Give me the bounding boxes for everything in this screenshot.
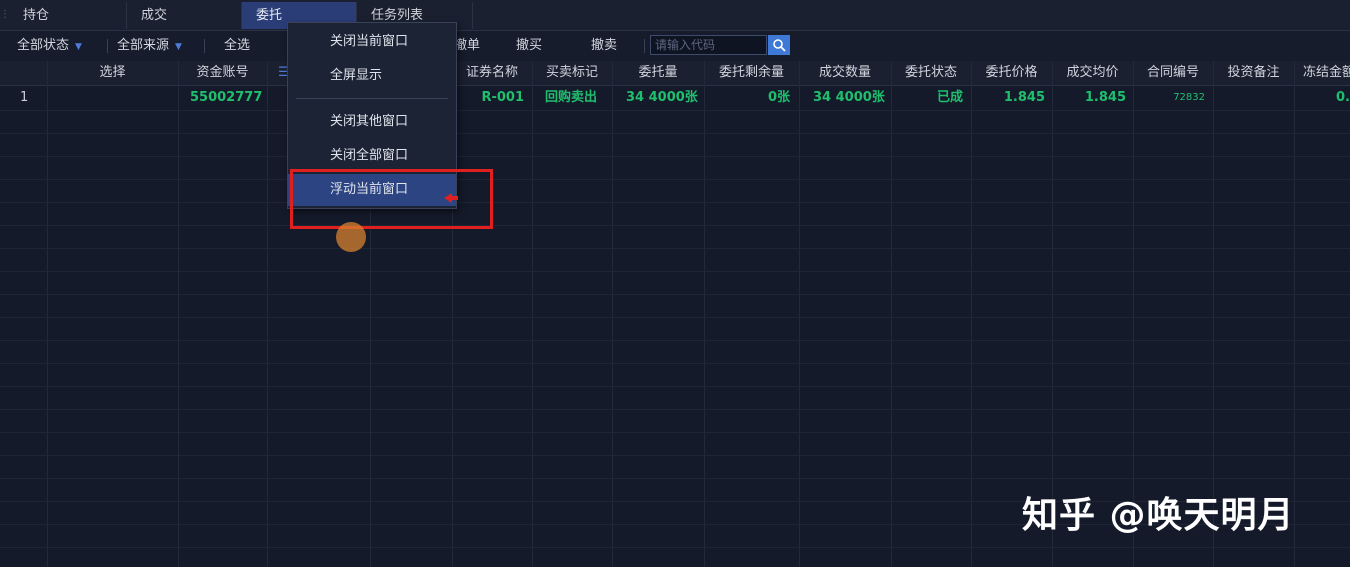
drag-grip-icon[interactable]: ⋮ [0,2,10,28]
status-filter-label: 全部状态 [17,38,70,53]
row-divider [0,179,1350,180]
column-header-status[interactable]: 委托状态 [891,61,971,85]
row-divider [0,248,1350,249]
cell-note [1213,86,1293,110]
row-divider [0,363,1350,364]
column-header-side[interactable]: 买卖标记 [532,61,612,85]
column-divider [178,61,179,567]
search-icon [773,39,786,52]
cancel-buy-button[interactable]: 撤买 [516,31,542,61]
arrow-pointer-icon [444,193,458,203]
column-header-remaining-qty[interactable]: 委托剩余量 [704,61,799,85]
row-divider [0,317,1350,318]
column-header-note[interactable]: 投资备注 [1213,61,1294,85]
column-divider [799,61,800,567]
column-header-account[interactable]: 资金账号 [178,61,267,85]
row-divider [0,340,1350,341]
cell-filled-qty: 34 4000张 [813,90,885,105]
menu-divider [296,98,448,99]
cell-avg-price: 1.845 [1084,90,1126,105]
cell-remaining-qty: 0张 [767,90,790,105]
column-divider [532,61,533,567]
toolbar-divider [204,39,205,53]
column-header-select[interactable]: 选择 [47,61,178,85]
column-divider [612,61,613,567]
column-header-order-price[interactable]: 委托价格 [971,61,1052,85]
cancel-order-button[interactable]: 撤单 [454,31,480,61]
row-divider [0,455,1350,456]
row-divider [0,110,1350,111]
row-divider [0,271,1350,272]
tab-positions[interactable]: 持仓 [9,2,127,29]
column-header-contract-no[interactable]: 合同编号 [1133,61,1213,85]
code-search-input[interactable]: 请输入代码 [650,35,767,55]
menu-item-fullscreen[interactable]: 全屏显示 [288,60,456,92]
row-divider [0,156,1350,157]
chevron-down-icon: ▼ [175,42,182,52]
row-divider [0,478,1350,479]
cell-side: 回购卖出 [545,90,598,105]
toolbar-divider [107,39,108,53]
window-tab-bar: ⋮ 持仓 成交 委托 任务列表 [0,0,1350,31]
column-header-avg-price[interactable]: 成交均价 [1052,61,1133,85]
column-header-order-qty[interactable]: 委托量 [612,61,704,85]
row-index: 1 [20,90,29,105]
row-divider [0,432,1350,433]
column-header-filled-qty[interactable]: 成交数量 [799,61,891,85]
column-divider [704,61,705,567]
select-all-button[interactable]: 全选 [224,31,250,61]
cancel-sell-button[interactable]: 撤卖 [591,31,617,61]
search-button[interactable] [768,35,790,55]
row-divider [0,133,1350,134]
row-divider [0,294,1350,295]
menu-item-close-current-window[interactable]: 关闭当前窗口 [288,26,456,58]
menu-item-close-other-windows[interactable]: 关闭其他窗口 [288,106,456,138]
cell-security: R-001 [481,90,524,105]
chevron-down-icon: ▼ [75,42,82,52]
column-divider [891,61,892,567]
column-header-frozen[interactable]: 冻结金额 [1294,61,1350,85]
status-filter-dropdown[interactable]: 全部状态 ▼ [17,31,82,61]
row-divider [0,386,1350,387]
row-divider [0,225,1350,226]
source-filter-dropdown[interactable]: 全部来源 ▼ [117,31,182,61]
table-header: 选择 资金账号 证券名称 买卖标记 委托量 委托剩余量 成交数量 委托状态 委托… [0,61,1350,86]
watermark: 知乎 @唤天明月 [1022,495,1295,536]
row-divider [0,409,1350,410]
cell-order-price: 1.845 [1003,90,1045,105]
source-filter-label: 全部来源 [117,38,170,53]
column-header-security[interactable]: 证券名称 [452,61,532,85]
cell-account: 55002777 [190,90,263,105]
cell-contract-no: 72832 [1173,92,1205,103]
column-divider [971,61,972,567]
cell-frozen: 0. [1336,90,1350,105]
column-divider [47,61,48,567]
highlight-box [290,169,493,229]
cell-status: 已成 [936,90,963,105]
row-divider [0,547,1350,548]
menu-item-close-all-windows[interactable]: 关闭全部窗口 [288,140,456,172]
cell-order-qty: 34 4000张 [626,90,698,105]
toolbar-divider [644,39,645,53]
row-divider [0,202,1350,203]
mouse-cursor-indicator [336,222,366,252]
tab-trades[interactable]: 成交 [127,2,242,29]
column-divider [267,61,268,567]
